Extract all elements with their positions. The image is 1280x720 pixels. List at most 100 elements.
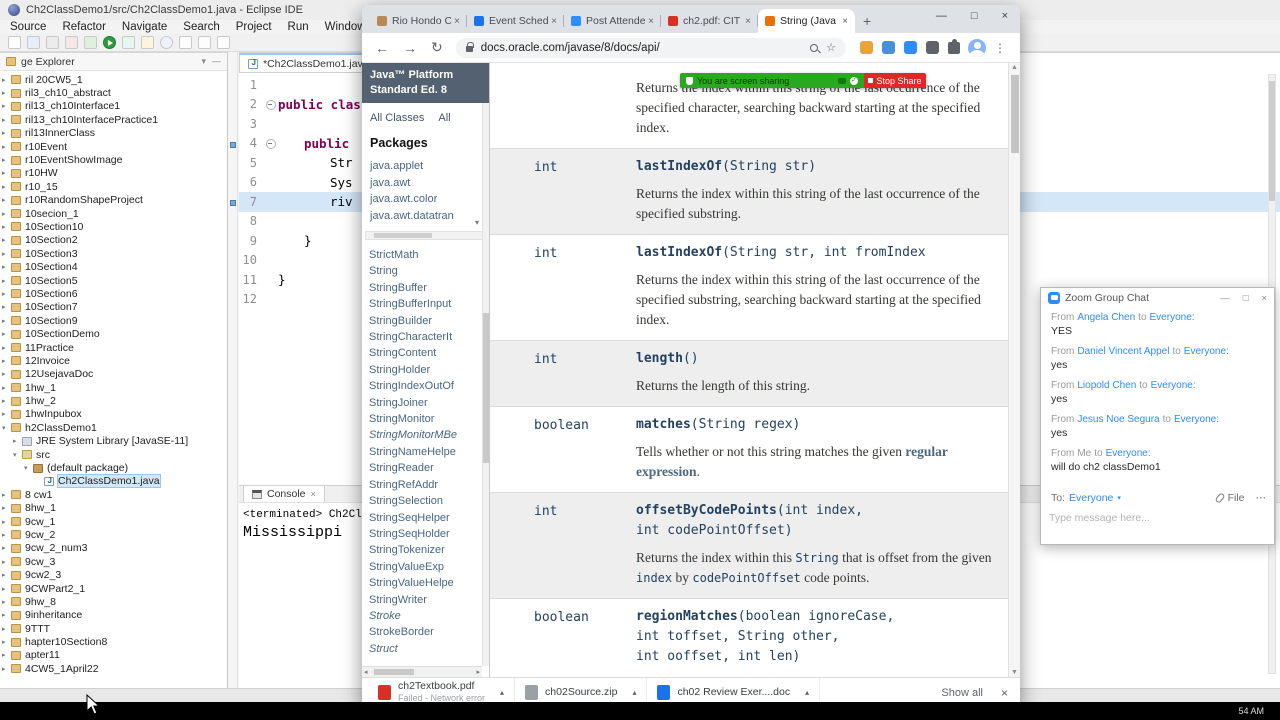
extension-icon[interactable]	[926, 41, 939, 54]
expand-arrow-icon[interactable]	[2, 303, 11, 311]
eclipse-menu-item[interactable]: Search	[183, 21, 219, 33]
scroll-right-icon[interactable]: ▸	[476, 668, 480, 676]
expand-arrow-icon[interactable]	[2, 236, 11, 244]
paperclip-icon[interactable]	[1214, 492, 1226, 504]
explorer-item[interactable]: JRE System Library [JavaSE-11]	[11, 435, 227, 448]
class-link[interactable]: StringCharacterIt	[369, 329, 489, 345]
expand-arrow-icon[interactable]	[13, 451, 22, 459]
class-link[interactable]: StrictMath	[369, 247, 489, 263]
class-link[interactable]: StringRefAddr	[369, 477, 489, 493]
chat-message-input[interactable]	[1049, 512, 1266, 524]
explorer-item[interactable]: ril13_ch10InterfacePractice1	[0, 113, 227, 126]
maximize-button[interactable]: □	[971, 10, 978, 22]
browser-tab[interactable]: Rio Hondo Coll ×	[370, 9, 467, 33]
expand-arrow-icon[interactable]	[2, 76, 11, 84]
browser-tab[interactable]: Post Attendee ×	[564, 9, 661, 33]
page-scrollbar[interactable]: ▲ ▼	[1008, 63, 1020, 677]
audience-name[interactable]: Everyone:	[1106, 448, 1151, 459]
console-close-icon[interactable]: ×	[311, 489, 316, 499]
class-link[interactable]: StringSeqHolder	[369, 526, 489, 542]
explorer-item[interactable]: 4CW5_1April22	[0, 662, 227, 675]
expand-arrow-icon[interactable]	[2, 344, 11, 352]
explorer-item[interactable]: r10EventShowImage	[0, 153, 227, 166]
chat-minimize-icon[interactable]: —	[1220, 293, 1230, 304]
package-link[interactable]: java.applet	[370, 158, 489, 175]
expand-arrow-icon[interactable]	[2, 531, 11, 539]
expand-arrow-icon[interactable]	[2, 384, 11, 392]
class-link[interactable]: StringWriter	[369, 592, 489, 608]
refresh-icon[interactable]: ↻	[431, 39, 443, 56]
tab-close-icon[interactable]: ×	[551, 16, 557, 27]
chat-bubble-icon[interactable]	[838, 77, 846, 84]
explorer-item[interactable]: ril3_ch10_abstract	[0, 86, 227, 99]
method-signature[interactable]: lastIndexOf(String str)	[636, 157, 996, 177]
eclipse-menu-item[interactable]: Project	[236, 21, 272, 33]
extensions-puzzle-icon[interactable]	[948, 38, 960, 54]
explorer-item[interactable]: 10Section5	[0, 274, 227, 287]
address-bar[interactable]: docs.oracle.com/javase/8/docs/api/ ☆	[455, 37, 846, 58]
browser-tab[interactable]: ch2.pdf: CIT 13 ×	[661, 9, 758, 33]
method-signature[interactable]: regionMatches(boolean ignoreCase, int to…	[636, 607, 996, 667]
scroll-thumb[interactable]	[374, 669, 414, 675]
download-menu-icon[interactable]: ▴	[632, 688, 636, 697]
stop-share-button[interactable]: Stop Share	[864, 73, 926, 88]
class-link[interactable]: StringIndexOutOf	[369, 378, 489, 394]
all-classes-link[interactable]: All Classes	[370, 112, 424, 124]
extension-icon[interactable]	[882, 41, 895, 54]
new-file-icon[interactable]	[8, 36, 21, 49]
explorer-item[interactable]: r10Event	[0, 140, 227, 153]
class-link[interactable]: StringNameHelpe	[369, 444, 489, 460]
back-history-icon[interactable]	[217, 36, 230, 49]
explorer-item[interactable]: ril13InnerClass	[0, 127, 227, 140]
class-link[interactable]: StringValueExp	[369, 559, 489, 575]
explorer-item[interactable]: ril 20CW5_1	[0, 73, 227, 86]
all-profiles-link[interactable]: All	[438, 112, 450, 124]
tab-close-icon[interactable]: ×	[842, 16, 848, 27]
explorer-item[interactable]: 12Invoice	[0, 354, 227, 367]
explorer-item[interactable]: 10secion_1	[0, 207, 227, 220]
expand-arrow-icon[interactable]	[2, 169, 11, 177]
class-link[interactable]: StringBufferInput	[369, 296, 489, 312]
explorer-item[interactable]: 9hw_8	[0, 595, 227, 608]
expand-arrow-icon[interactable]	[2, 357, 11, 365]
class-link[interactable]: StringJoiner	[369, 395, 489, 411]
close-button[interactable]: ×	[1002, 10, 1008, 22]
explorer-item[interactable]: apter11	[0, 649, 227, 662]
class-link[interactable]: StringContent	[369, 345, 489, 361]
package-link[interactable]: java.awt.datatran	[370, 208, 489, 225]
expand-arrow-icon[interactable]	[2, 210, 11, 218]
explorer-item[interactable]: 1hw_2	[0, 394, 227, 407]
expand-arrow-icon[interactable]	[2, 518, 11, 526]
explorer-item[interactable]: 11Practice	[0, 341, 227, 354]
explorer-item[interactable]: 9cw_2	[0, 528, 227, 541]
eclipse-menu-item[interactable]: Navigate	[122, 21, 167, 33]
console-tab[interactable]: Console ×	[243, 485, 325, 502]
method-signature[interactable]: offsetByCodePoints(int index, int codePo…	[636, 501, 996, 541]
method-signature[interactable]: lastIndexOf(String str, int fromIndex	[636, 243, 996, 263]
explorer-item[interactable]: 8hw_1	[0, 502, 227, 515]
scroll-thumb[interactable]	[1011, 75, 1019, 153]
explorer-item[interactable]: 10SectionDemo	[0, 327, 227, 340]
expand-arrow-icon[interactable]	[2, 183, 11, 191]
expand-arrow-icon[interactable]	[2, 397, 11, 405]
explorer-item[interactable]: 10Section9	[0, 314, 227, 327]
explorer-item[interactable]: 10Section3	[0, 247, 227, 260]
audience-name[interactable]: Everyone:	[1151, 380, 1196, 391]
expand-arrow-icon[interactable]	[2, 330, 11, 338]
explorer-item[interactable]: r10RandomShapeProject	[0, 194, 227, 207]
tab-close-icon[interactable]: ×	[745, 16, 751, 27]
explorer-item[interactable]: 1hwInpubox	[0, 408, 227, 421]
expand-arrow-icon[interactable]	[2, 424, 11, 432]
search-icon[interactable]	[160, 36, 173, 49]
expand-arrow-icon[interactable]	[2, 89, 11, 97]
bookmark-star-icon[interactable]: ☆	[826, 41, 836, 54]
explorer-item[interactable]: 12UsejavaDoc	[0, 368, 227, 381]
explorer-item[interactable]: 8 cw1	[0, 488, 227, 501]
class-link[interactable]: StringValueHelpe	[369, 575, 489, 591]
minimize-view-icon[interactable]: —	[212, 56, 221, 67]
debug-icon[interactable]	[84, 36, 97, 49]
method-signature[interactable]: matches(String regex)	[636, 415, 996, 435]
class-link[interactable]: StringMonitorMBe	[369, 427, 489, 443]
class-link[interactable]: StringReader	[369, 460, 489, 476]
class-link[interactable]: Stroke	[369, 608, 489, 624]
